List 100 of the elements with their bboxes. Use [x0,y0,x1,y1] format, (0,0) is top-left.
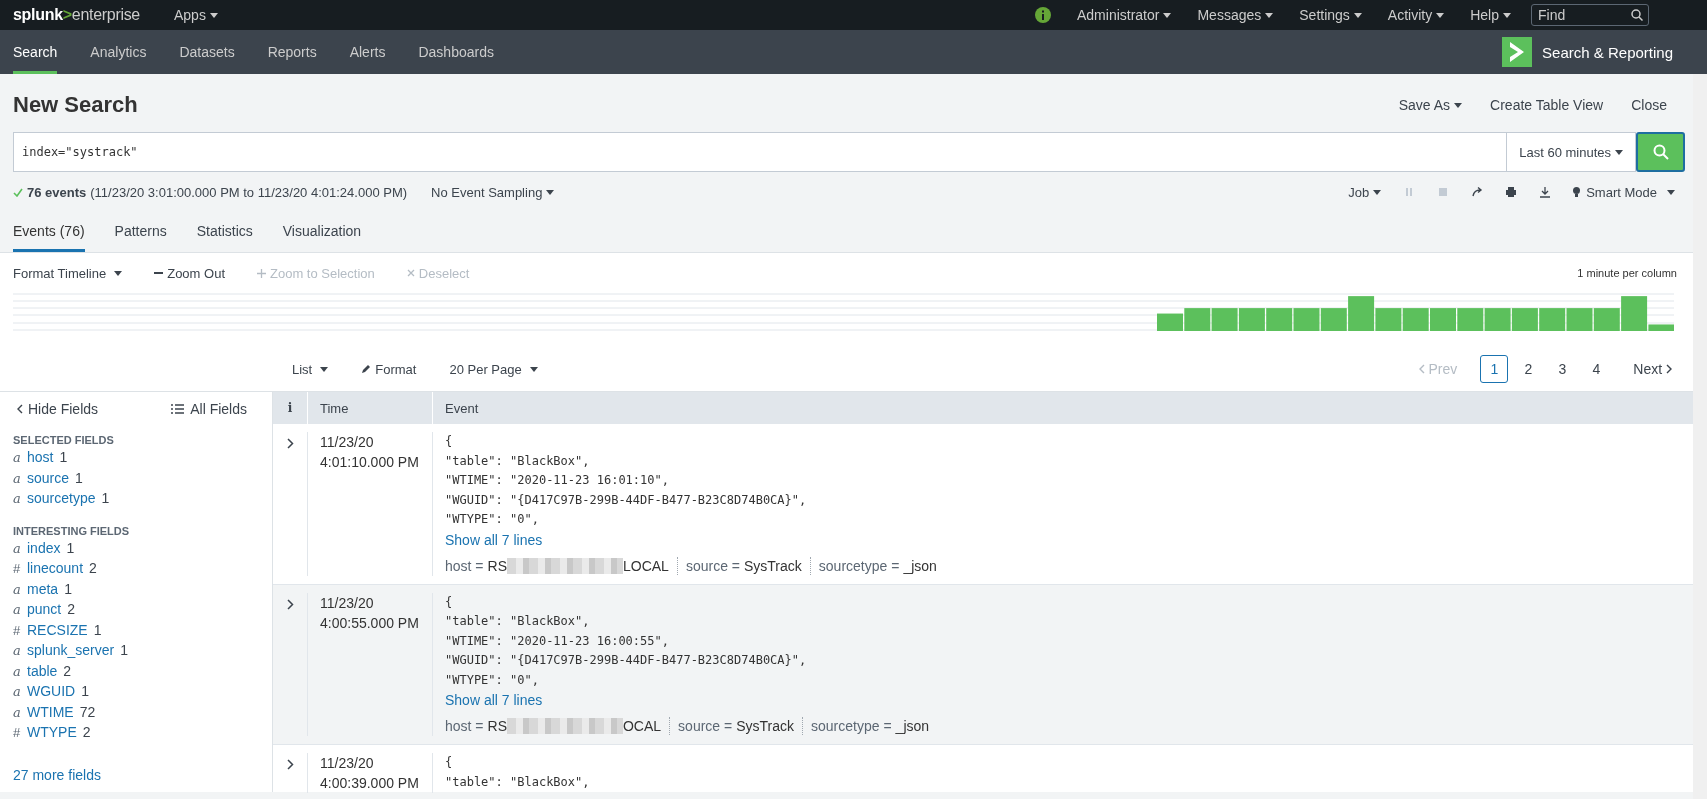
page-button[interactable]: 4 [1582,355,1611,383]
menu-dropdown[interactable]: Messages [1197,7,1274,23]
event-line: "table": "BlackBox", [445,613,591,630]
nav-tab[interactable]: Alerts [349,30,386,74]
nav-tab[interactable]: Analytics [90,30,147,74]
list-dropdown[interactable]: List [292,361,329,377]
field-value[interactable]: LOCAL [623,557,669,574]
expand-icon[interactable] [286,759,294,770]
menu-dropdown[interactable]: Administrator [1077,7,1172,23]
minus-icon [154,272,164,274]
results-tab[interactable]: Patterns [114,212,167,252]
time-range-picker[interactable]: Last 60 minutes [1506,132,1636,172]
header-action[interactable]: Close [1631,97,1667,113]
scrollbar[interactable] [1693,74,1707,799]
expand-icon[interactable] [286,598,294,610]
all-fields-button[interactable]: All Fields [171,401,247,417]
field-value[interactable]: _json [903,557,937,574]
event-row[interactable]: 11/23/20 4:00:39.000 PM { "table": "BlackBox", [273,745,1693,799]
event-time: 4:01:10.000 PM [320,453,420,472]
field-link[interactable]: WTYPE [27,724,77,740]
caret-icon [1454,102,1463,108]
show-all-link[interactable]: Show all 7 lines [445,690,543,710]
field-link[interactable]: source [27,469,70,486]
job-menu[interactable]: Job [1348,184,1382,200]
more-fields-link[interactable]: 27 more fields [13,766,101,783]
menu-dropdown[interactable]: Activity [1387,7,1445,23]
next-button[interactable]: Next [1628,355,1677,383]
info-icon[interactable] [1035,7,1051,23]
field-link[interactable]: WTIME [27,703,74,720]
field-link[interactable]: table [27,662,58,679]
field-label: source = [685,557,740,574]
results-tab[interactable]: Statistics [196,212,253,252]
search-mode-dropdown[interactable]: Smart Mode [1573,184,1675,200]
time-range-text: (11/23/20 3:01:00.000 PM to 11/23/20 4:01:24.000 PM) [90,184,408,200]
caret-icon [320,366,329,372]
field-value[interactable]: RS [487,718,507,734]
page-title: New Search [13,92,139,118]
field-link[interactable]: punct [27,601,62,617]
field-link[interactable]: RECSIZE [27,621,88,638]
field-label: sourcetype = [811,718,892,734]
nav-tab[interactable]: Search [13,30,58,74]
event-line: { [445,593,454,611]
search-icon [1652,144,1669,160]
sampling-dropdown[interactable]: No Event Sampling [431,184,555,200]
field-link[interactable]: meta [27,580,59,597]
field-count: 1 [75,469,83,486]
field-link[interactable]: WGUID [27,683,76,699]
per-page-dropdown[interactable]: 20 Per Page [449,361,538,377]
field-value[interactable]: _json [895,718,930,734]
share-icon[interactable] [1471,186,1484,198]
field-count: 1 [64,580,72,597]
caret-icon [546,189,555,195]
search-button[interactable] [1636,132,1685,172]
nav-tab[interactable]: Dashboards [418,30,494,74]
caret-icon [1265,12,1274,18]
chevron-right-icon [1666,364,1672,374]
nav-tab[interactable]: Reports [267,30,317,74]
column-header[interactable]: Time [307,392,432,424]
app-title: Search & Reporting [1542,43,1673,61]
download-icon[interactable] [1539,186,1552,198]
event-time: 4:00:39.000 PM [320,774,420,793]
format-button[interactable]: Format [361,361,417,377]
show-all-link[interactable]: Show all 7 lines [445,529,543,550]
expand-icon[interactable] [286,438,294,449]
event-date: 11/23/20 [320,593,375,613]
page-button[interactable]: 3 [1548,355,1577,383]
header-action[interactable]: Create Table View [1490,97,1604,113]
menu-dropdown[interactable]: Help [1470,7,1511,23]
apps-menu[interactable]: Apps [173,7,218,23]
page-button[interactable]: 1 [1480,355,1509,383]
hide-fields-button[interactable]: Hide Fields [17,401,99,417]
close-icon [406,269,415,277]
field-link[interactable]: linecount [27,560,84,576]
find-field[interactable]: Find [1531,4,1649,26]
field-link[interactable]: sourcetype [27,490,96,506]
print-icon[interactable] [1505,186,1518,198]
section-heading: INTERESTING FIELDS [13,524,131,537]
search-field[interactable]: index="systrack" [13,132,1507,172]
field-type-icon: a [13,602,21,617]
nav-tab[interactable]: Datasets [179,30,235,74]
field-value[interactable]: SysTrack [736,718,795,734]
chevron-left-icon [1418,364,1425,374]
field-count: 1 [59,449,68,465]
field-value[interactable]: SysTrack [744,557,802,574]
menu-dropdown[interactable]: Settings [1299,7,1362,23]
field-type-icon: a [13,704,21,720]
page-button[interactable]: 2 [1514,355,1543,383]
field-value[interactable]: OCAL [623,718,662,734]
field-link[interactable]: index [27,539,61,556]
field-count: 2 [82,724,91,740]
splunk-logo[interactable]: splunk>enterprise [13,6,140,24]
results-tab[interactable]: Visualization [282,212,362,252]
field-link[interactable]: host [27,449,54,465]
field-value[interactable]: RS [487,557,507,574]
field-link[interactable]: splunk_server [27,642,115,658]
timeline-tool[interactable]: Zoom Out [154,265,225,281]
caret-icon [529,366,538,372]
header-action[interactable]: Save As [1398,97,1463,113]
timeline-tool[interactable]: Format Timeline [13,265,123,281]
field-label: source = [678,718,733,734]
